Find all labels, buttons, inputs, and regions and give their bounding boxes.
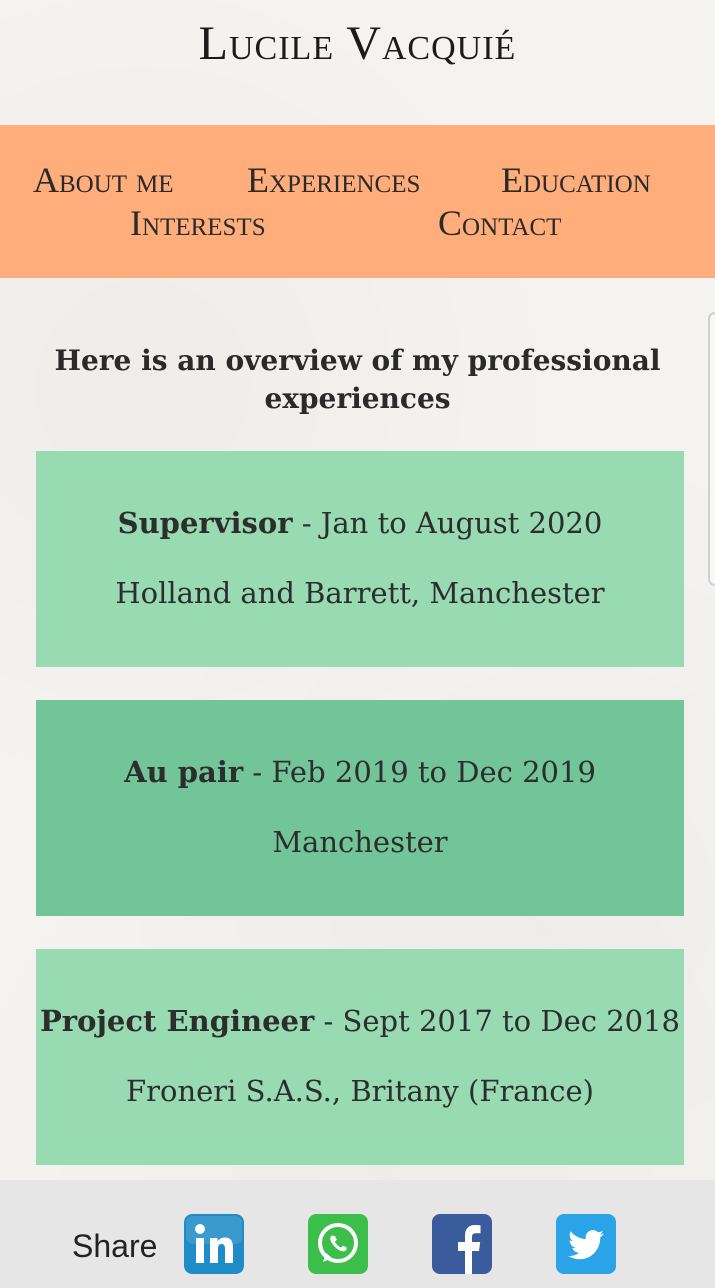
nav-contact[interactable]: Contact [438, 203, 561, 243]
experience-title-line: Supervisor - Jan to August 2020 [36, 503, 684, 543]
experience-separator: - [292, 506, 321, 540]
experience-place: Froneri S.A.S., Britany (France) [126, 1074, 594, 1108]
experience-dates: Sept 2017 to Dec 2018 [342, 1004, 681, 1038]
experience-place: Manchester [272, 825, 448, 859]
nav-education[interactable]: Education [501, 160, 651, 200]
site-title: Lucile Vacquié [198, 17, 517, 70]
nav-about-me[interactable]: About me [33, 160, 174, 200]
linkedin-icon [184, 1214, 244, 1274]
share-whatsapp-button[interactable] [308, 1214, 368, 1274]
experience-card-project-engineer: Project Engineer - Sept 2017 to Dec 2018… [36, 949, 684, 1165]
experience-dates: Jan to August 2020 [320, 506, 603, 540]
whatsapp-icon [308, 1214, 368, 1274]
share-twitter-button[interactable] [556, 1214, 616, 1274]
nav-experiences[interactable]: Experiences [247, 160, 420, 200]
experience-role: Au pair [124, 755, 244, 789]
facebook-icon [432, 1214, 492, 1274]
experience-place: Holland and Barrett, Manchester [115, 576, 605, 610]
experience-title-line: Project Engineer - Sept 2017 to Dec 2018 [36, 1001, 684, 1041]
share-facebook-button[interactable] [432, 1214, 492, 1274]
intro-heading: Here is an overview of my professional e… [40, 342, 675, 418]
experience-separator: - [243, 755, 272, 789]
scroll-indicator[interactable] [708, 312, 715, 586]
intro-line-2: experiences [264, 382, 451, 415]
share-bar: Share [0, 1180, 715, 1288]
share-linkedin-button[interactable] [184, 1214, 244, 1274]
share-label: Share [72, 1228, 158, 1264]
experience-role: Project Engineer [39, 1004, 315, 1038]
experience-card-au-pair: Au pair - Feb 2019 to Dec 2019 Mancheste… [36, 700, 684, 916]
intro-line-1: Here is an overview of my professional [54, 344, 661, 377]
experience-role: Supervisor [117, 506, 293, 540]
nav-interests[interactable]: Interests [130, 203, 266, 243]
experience-separator: - [314, 1004, 343, 1038]
experience-card-supervisor: Supervisor - Jan to August 2020 Holland … [36, 451, 684, 667]
main-navigation: About me Experiences Education Interests… [0, 125, 715, 278]
experience-title-line: Au pair - Feb 2019 to Dec 2019 [36, 752, 684, 792]
experience-dates: Feb 2019 to Dec 2019 [271, 755, 596, 789]
twitter-icon [556, 1214, 616, 1274]
